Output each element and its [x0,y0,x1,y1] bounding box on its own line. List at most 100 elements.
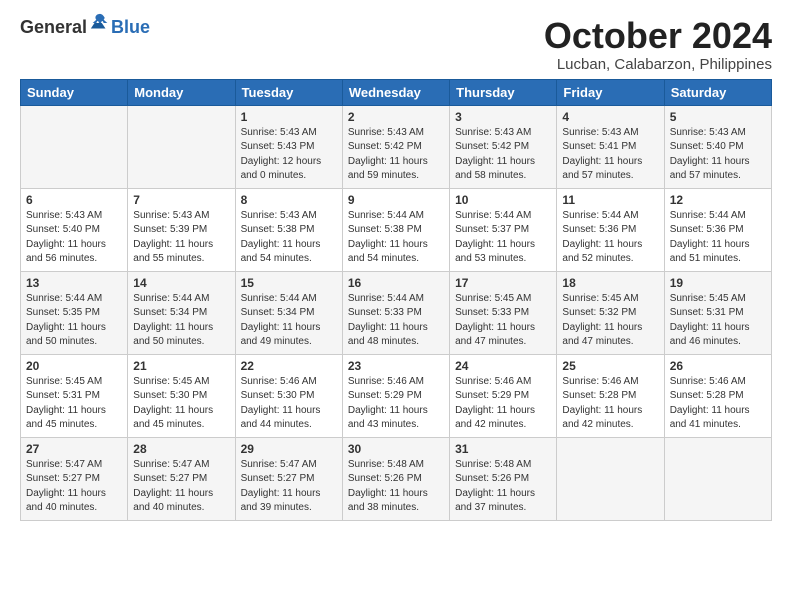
title-block: October 2024 Lucban, Calabarzon, Philipp… [544,16,772,73]
day-number: 23 [348,359,444,373]
day-number: 7 [133,193,229,207]
calendar-cell: 12 Sunrise: 5:44 AM Sunset: 5:36 PM Dayli… [664,188,771,271]
day-info: Sunrise: 5:48 AM Sunset: 5:26 PM Dayligh… [455,458,551,516]
calendar-cell: 6 Sunrise: 5:43 AM Sunset: 5:40 PM Daylig… [21,188,128,271]
calendar-cell: 26 Sunrise: 5:46 AM Sunset: 5:28 PM Dayli… [664,354,771,437]
day-info: Sunrise: 5:43 AM Sunset: 5:39 PM Dayligh… [133,209,229,267]
day-number: 14 [133,276,229,290]
day-info: Sunrise: 5:43 AM Sunset: 5:42 PM Dayligh… [455,126,551,184]
day-number: 19 [670,276,766,290]
day-number: 5 [670,110,766,124]
calendar-cell [664,437,771,520]
logo-general-text: General [20,17,87,38]
calendar-cell [128,105,235,188]
day-info: Sunrise: 5:44 AM Sunset: 5:35 PM Dayligh… [26,292,122,350]
calendar-week-2: 6 Sunrise: 5:43 AM Sunset: 5:40 PM Daylig… [21,188,772,271]
day-info: Sunrise: 5:44 AM Sunset: 5:36 PM Dayligh… [562,209,658,267]
day-number: 20 [26,359,122,373]
day-info: Sunrise: 5:47 AM Sunset: 5:27 PM Dayligh… [26,458,122,516]
day-info: Sunrise: 5:44 AM Sunset: 5:34 PM Dayligh… [241,292,337,350]
day-info: Sunrise: 5:44 AM Sunset: 5:36 PM Dayligh… [670,209,766,267]
day-info: Sunrise: 5:43 AM Sunset: 5:41 PM Dayligh… [562,126,658,184]
day-number: 12 [670,193,766,207]
day-info: Sunrise: 5:45 AM Sunset: 5:31 PM Dayligh… [26,375,122,433]
calendar-cell: 31 Sunrise: 5:48 AM Sunset: 5:26 PM Dayli… [450,437,557,520]
calendar-cell: 13 Sunrise: 5:44 AM Sunset: 5:35 PM Dayli… [21,271,128,354]
header-row: Sunday Monday Tuesday Wednesday Thursday… [21,79,772,105]
day-number: 10 [455,193,551,207]
calendar-cell [21,105,128,188]
calendar-cell: 21 Sunrise: 5:45 AM Sunset: 5:30 PM Dayli… [128,354,235,437]
day-number: 18 [562,276,658,290]
header-saturday: Saturday [664,79,771,105]
calendar-cell: 15 Sunrise: 5:44 AM Sunset: 5:34 PM Dayli… [235,271,342,354]
calendar-cell: 30 Sunrise: 5:48 AM Sunset: 5:26 PM Dayli… [342,437,449,520]
day-info: Sunrise: 5:43 AM Sunset: 5:40 PM Dayligh… [26,209,122,267]
calendar-cell: 27Sunrise: 5:47 AM Sunset: 5:27 PM Dayli… [21,437,128,520]
day-number: 15 [241,276,337,290]
calendar-cell: 14Sunrise: 5:44 AM Sunset: 5:34 PM Dayli… [128,271,235,354]
calendar-cell: 28 Sunrise: 5:47 AM Sunset: 5:27 PM Dayli… [128,437,235,520]
day-number: 4 [562,110,658,124]
day-number: 24 [455,359,551,373]
calendar-cell: 29Sunrise: 5:47 AM Sunset: 5:27 PM Dayli… [235,437,342,520]
day-number: 30 [348,442,444,456]
logo-bird-icon [89,12,111,39]
day-info: Sunrise: 5:43 AM Sunset: 5:38 PM Dayligh… [241,209,337,267]
calendar-cell: 25Sunrise: 5:46 AM Sunset: 5:28 PM Dayli… [557,354,664,437]
day-info: Sunrise: 5:44 AM Sunset: 5:37 PM Dayligh… [455,209,551,267]
calendar-cell: 17Sunrise: 5:45 AM Sunset: 5:33 PM Dayli… [450,271,557,354]
calendar-cell: 1Sunrise: 5:43 AM Sunset: 5:43 PM Daylig… [235,105,342,188]
calendar-cell: 23 Sunrise: 5:46 AM Sunset: 5:29 PM Dayli… [342,354,449,437]
calendar-cell: 3 Sunrise: 5:43 AM Sunset: 5:42 PM Daylig… [450,105,557,188]
day-number: 25 [562,359,658,373]
day-info: Sunrise: 5:43 AM Sunset: 5:42 PM Dayligh… [348,126,444,184]
header-sunday: Sunday [21,79,128,105]
day-number: 16 [348,276,444,290]
day-number: 28 [133,442,229,456]
day-info: Sunrise: 5:46 AM Sunset: 5:28 PM Dayligh… [670,375,766,433]
header-monday: Monday [128,79,235,105]
location: Lucban, Calabarzon, Philippines [544,56,772,73]
day-number: 3 [455,110,551,124]
day-info: Sunrise: 5:48 AM Sunset: 5:26 PM Dayligh… [348,458,444,516]
calendar-week-3: 13 Sunrise: 5:44 AM Sunset: 5:35 PM Dayli… [21,271,772,354]
month-title: October 2024 [544,16,772,56]
day-info: Sunrise: 5:43 AM Sunset: 5:40 PM Dayligh… [670,126,766,184]
day-number: 11 [562,193,658,207]
calendar-cell: 2 Sunrise: 5:43 AM Sunset: 5:42 PM Daylig… [342,105,449,188]
calendar-week-5: 27Sunrise: 5:47 AM Sunset: 5:27 PM Dayli… [21,437,772,520]
calendar-cell [557,437,664,520]
day-info: Sunrise: 5:46 AM Sunset: 5:29 PM Dayligh… [348,375,444,433]
calendar-cell: 20 Sunrise: 5:45 AM Sunset: 5:31 PM Dayli… [21,354,128,437]
calendar-cell: 11 Sunrise: 5:44 AM Sunset: 5:36 PM Dayli… [557,188,664,271]
calendar-cell: 4 Sunrise: 5:43 AM Sunset: 5:41 PM Daylig… [557,105,664,188]
day-number: 22 [241,359,337,373]
day-number: 29 [241,442,337,456]
day-number: 26 [670,359,766,373]
day-info: Sunrise: 5:45 AM Sunset: 5:31 PM Dayligh… [670,292,766,350]
day-number: 21 [133,359,229,373]
calendar-cell: 8 Sunrise: 5:43 AM Sunset: 5:38 PM Daylig… [235,188,342,271]
day-number: 8 [241,193,337,207]
calendar-cell: 24Sunrise: 5:46 AM Sunset: 5:29 PM Dayli… [450,354,557,437]
calendar-table: Sunday Monday Tuesday Wednesday Thursday… [20,79,772,521]
day-number: 9 [348,193,444,207]
day-info: Sunrise: 5:45 AM Sunset: 5:30 PM Dayligh… [133,375,229,433]
calendar-cell: 7 Sunrise: 5:43 AM Sunset: 5:39 PM Daylig… [128,188,235,271]
header-wednesday: Wednesday [342,79,449,105]
day-info: Sunrise: 5:45 AM Sunset: 5:32 PM Dayligh… [562,292,658,350]
day-number: 31 [455,442,551,456]
day-number: 13 [26,276,122,290]
day-number: 2 [348,110,444,124]
day-number: 6 [26,193,122,207]
page-container: General Blue October 2024 Lucban, Calaba… [0,0,792,531]
logo-blue-text: Blue [111,17,150,38]
day-info: Sunrise: 5:47 AM Sunset: 5:27 PM Dayligh… [133,458,229,516]
header-friday: Friday [557,79,664,105]
calendar-cell: 10 Sunrise: 5:44 AM Sunset: 5:37 PM Dayli… [450,188,557,271]
day-info: Sunrise: 5:45 AM Sunset: 5:33 PM Dayligh… [455,292,551,350]
header-thursday: Thursday [450,79,557,105]
day-info: Sunrise: 5:43 AM Sunset: 5:43 PM Dayligh… [241,126,337,184]
calendar-week-4: 20 Sunrise: 5:45 AM Sunset: 5:31 PM Dayli… [21,354,772,437]
